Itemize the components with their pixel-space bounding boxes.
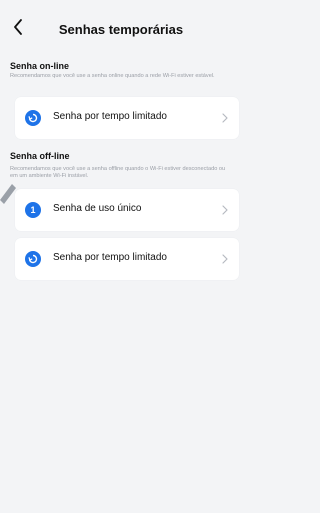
- online-timed-password-item[interactable]: Senha por tempo limitado: [15, 97, 239, 139]
- refresh-icon: [25, 110, 41, 126]
- item-label: Senha por tempo limitado: [53, 252, 167, 263]
- badge-number: 1: [30, 205, 36, 215]
- top-bar: Senhas temporárias: [0, 0, 242, 60]
- section-title-online: Senha on-line: [10, 61, 70, 71]
- number-one-icon: 1: [25, 202, 41, 218]
- page-title: Senhas temporárias: [58, 22, 184, 37]
- item-label: Senha por tempo limitado: [53, 111, 167, 122]
- section-description-offline: Recomendamos que você use a senha offlin…: [10, 166, 226, 179]
- chevron-right-icon: [222, 254, 228, 264]
- chevron-right-icon: [222, 113, 228, 123]
- offline-timed-password-item[interactable]: Senha por tempo limitado: [15, 238, 239, 280]
- item-label: Senha de uso único: [53, 203, 142, 214]
- refresh-icon: [25, 251, 41, 267]
- section-description-online: Recomendamos que você use a senha online…: [10, 73, 215, 79]
- section-title-offline: Senha off-line: [10, 151, 70, 161]
- chevron-right-icon: [222, 205, 228, 215]
- offline-one-time-password-item[interactable]: 1 Senha de uso único: [15, 189, 239, 231]
